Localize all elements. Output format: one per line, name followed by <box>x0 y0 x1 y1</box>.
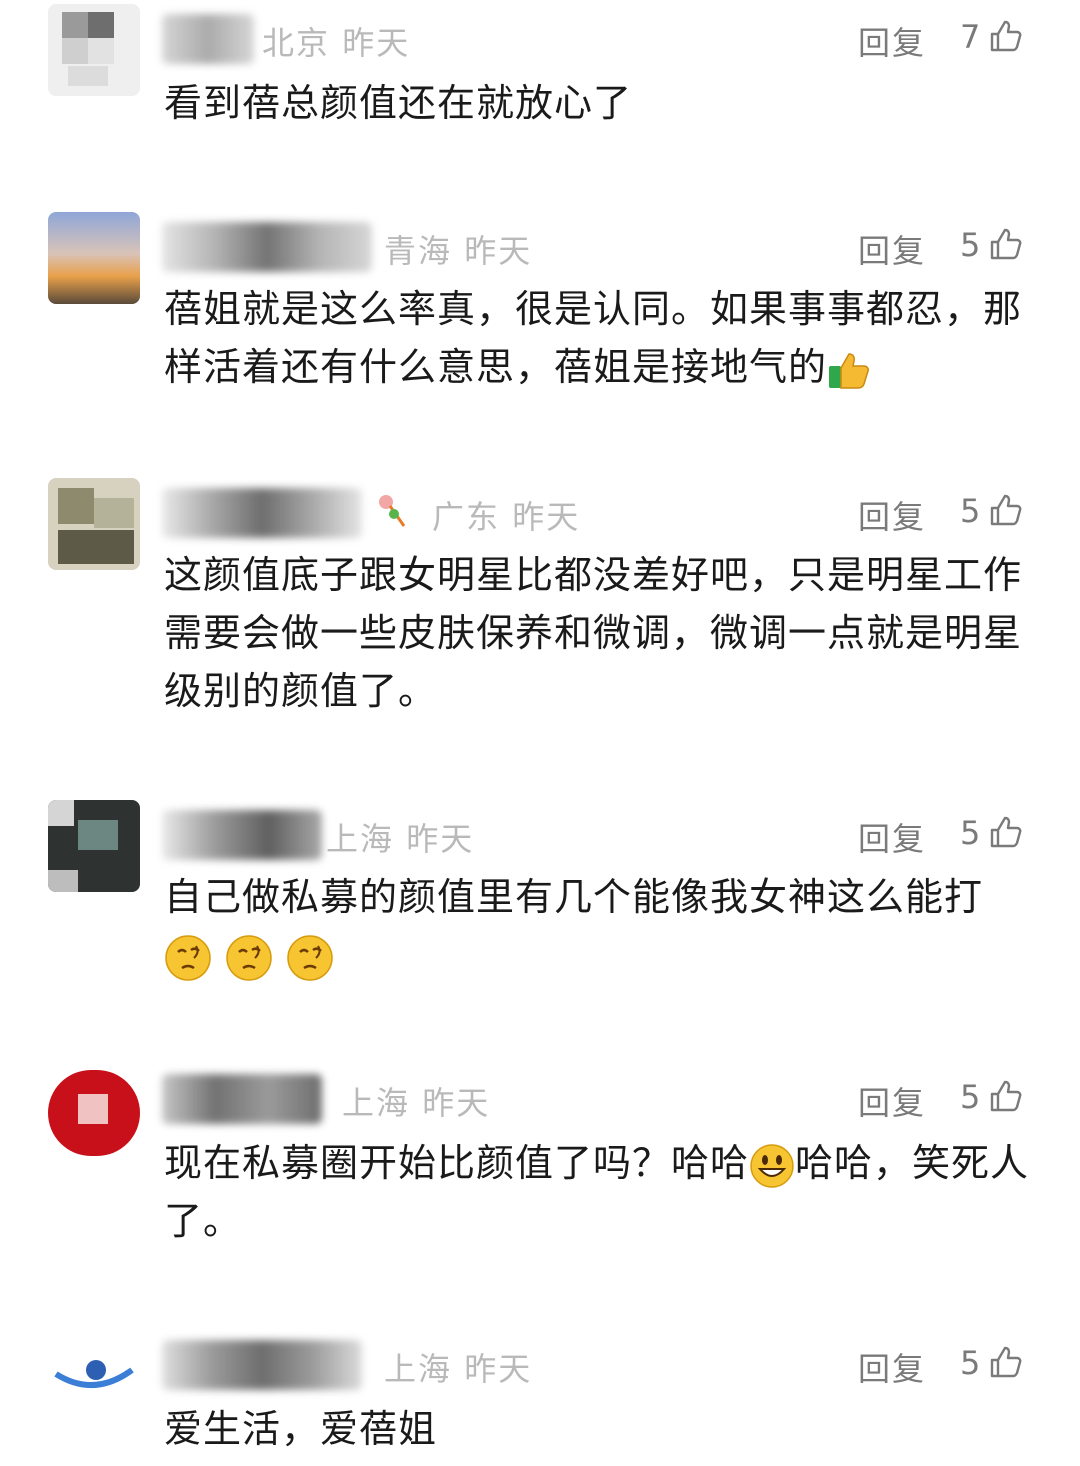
reply-button[interactable]: 回复 <box>858 814 926 860</box>
thinking-face-emoji <box>226 934 272 981</box>
emoji-row <box>164 926 1044 984</box>
user-avatar[interactable] <box>48 4 140 96</box>
comment-text: 蓓姐就是这么率真，很是认同。如果事事都忍，那样活着还有什么意思，蓓姐是接地气的 <box>164 287 1023 389</box>
reply-button[interactable]: 回复 <box>858 226 926 272</box>
user-avatar[interactable] <box>48 800 140 892</box>
user-avatar[interactable] <box>48 478 140 570</box>
thumbs-up-icon[interactable] <box>988 1344 1024 1380</box>
comment-location: 青海 昨天 <box>384 232 533 270</box>
thumbs-up-emoji <box>829 352 870 389</box>
lollipop-icon <box>379 495 406 527</box>
like-count: 5 <box>960 226 981 264</box>
like-count: 5 <box>960 492 981 530</box>
comment-location: 上海 昨天 <box>384 1350 533 1388</box>
comment-text: 现在私募圈开始比颜值了吗？哈哈 哈哈，笑死人了。 <box>164 1141 1030 1243</box>
thinking-face-emoji <box>165 934 211 981</box>
thumbs-up-icon[interactable] <box>988 226 1024 262</box>
thumbs-up-icon[interactable] <box>988 814 1024 850</box>
reply-button[interactable]: 回复 <box>858 492 926 538</box>
comment-location: 北京 昨天 <box>262 24 411 62</box>
username-blurred[interactable] <box>162 810 322 860</box>
avatar-graphic <box>54 1360 134 1388</box>
thumbs-up-icon[interactable] <box>988 1078 1024 1114</box>
username-blurred[interactable] <box>162 1340 362 1390</box>
comment-text: 自己做私募的颜值里有几个能像我女神这么能打 <box>164 868 1044 984</box>
comment-list: 北京 昨天 回复 7 看到蓓总颜值还在就放心了 青海 昨天 回复 5 蓓姐就是这… <box>0 0 1080 1466</box>
thinking-face-emoji <box>287 934 333 981</box>
username-blurred[interactable] <box>162 1074 322 1124</box>
comment-location: 上海 昨天 <box>326 820 475 858</box>
thumbs-up-icon[interactable] <box>988 18 1024 54</box>
like-count: 5 <box>960 1078 981 1116</box>
username-blurred[interactable] <box>162 488 362 538</box>
grinning-face-emoji <box>750 1143 794 1188</box>
comment-text-line: 自己做私募的颜值里有几个能像我女神这么能打 <box>164 875 984 919</box>
user-avatar[interactable] <box>48 1064 140 1156</box>
username-blurred[interactable] <box>162 222 372 272</box>
like-count: 5 <box>960 814 981 852</box>
thumbs-up-icon[interactable] <box>988 492 1024 528</box>
reply-button[interactable]: 回复 <box>858 18 926 64</box>
comment-location: 上海 昨天 <box>342 1084 491 1122</box>
comment-text: 爱生活，爱蓓姐 <box>164 1407 438 1451</box>
username-blurred[interactable] <box>162 14 254 64</box>
like-count: 7 <box>960 18 981 56</box>
like-count: 5 <box>960 1344 981 1382</box>
user-avatar[interactable] <box>48 1330 140 1422</box>
user-avatar[interactable] <box>48 212 140 304</box>
comment-text: 这颜值底子跟女明星比都没差好吧，只是明星工作需要会做一些皮肤保养和微调，微调一点… <box>164 553 1023 713</box>
reply-button[interactable]: 回复 <box>858 1078 926 1124</box>
comment-text: 看到蓓总颜值还在就放心了 <box>164 81 633 125</box>
comment-location: 广东 昨天 <box>432 498 581 536</box>
reply-button[interactable]: 回复 <box>858 1344 926 1390</box>
